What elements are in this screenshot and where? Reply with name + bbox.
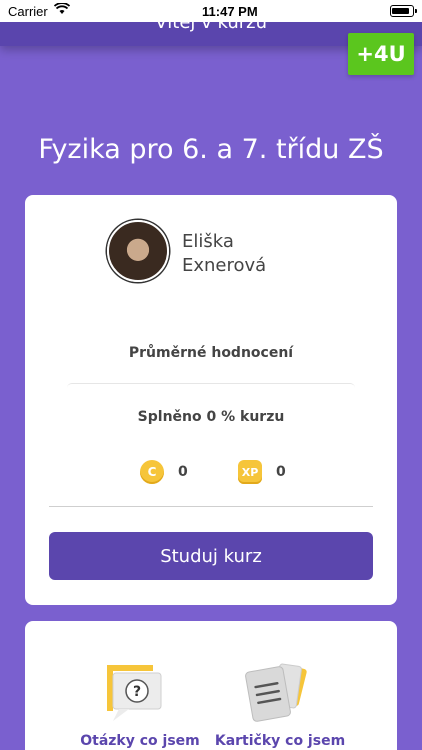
xp-icon: XP: [238, 460, 262, 484]
divider: [49, 506, 373, 507]
flashcards-icon: [241, 661, 317, 729]
features-card: ? Otázky co jsem Kartičky co jsem: [25, 621, 397, 750]
study-course-button[interactable]: Studuj kurz: [49, 532, 373, 580]
user-last-name: Exnerová: [182, 255, 267, 276]
rating-label: Průměrné hodnocení: [128, 345, 294, 361]
rating-stars-placeholder: [67, 383, 355, 393]
coins-stat: C 0: [140, 460, 188, 484]
wifi-icon: [53, 2, 70, 19]
cards-label: Kartičky co jsem: [214, 733, 346, 749]
header-title: Vítej v kurzu: [154, 22, 268, 33]
battery-icon: [389, 5, 417, 17]
coin-icon: C: [140, 460, 164, 484]
user-first-name: Eliška: [182, 231, 234, 252]
xp-stat: XP 0: [238, 460, 286, 484]
user-name: Eliška Exnerová: [182, 230, 302, 278]
xp-value: 0: [276, 464, 286, 480]
course-title: Fyzika pro 6. a 7. třídu ZŠ: [38, 134, 384, 165]
question-bubble-icon: ?: [101, 661, 167, 729]
svg-text:?: ?: [133, 684, 141, 700]
profile-card: Eliška Exnerová Průměrné hodnocení Splně…: [25, 195, 397, 605]
status-time: 11:47 PM: [202, 3, 258, 19]
avatar[interactable]: [107, 220, 169, 282]
coins-value: 0: [178, 464, 188, 480]
course-progress-label: Splněno 0 % kurzu: [137, 409, 285, 425]
status-left: Carrier: [8, 2, 70, 19]
carrier-label: Carrier: [8, 3, 48, 19]
questions-label: Otázky co jsem: [80, 733, 200, 749]
brand-logo-button[interactable]: +4U: [348, 33, 414, 75]
status-bar: Carrier 11:47 PM: [0, 0, 422, 22]
